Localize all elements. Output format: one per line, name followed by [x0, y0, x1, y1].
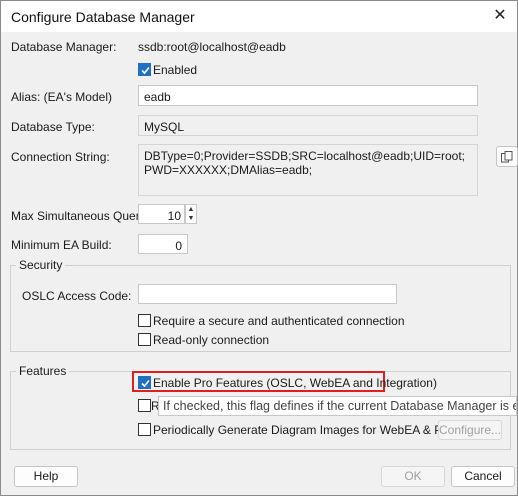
periodic-checkbox[interactable]	[138, 423, 151, 436]
r-option-checkbox[interactable]	[138, 399, 151, 412]
enabled-checkbox[interactable]	[138, 63, 151, 76]
ok-button[interactable]: OK	[381, 466, 445, 487]
security-title: Security	[16, 258, 66, 272]
alias-label: Alias: (EA's Model)	[11, 90, 112, 104]
cancel-button[interactable]: Cancel	[451, 466, 515, 487]
spin-up-icon[interactable]: ▲	[186, 205, 196, 214]
enable-pro-label: Enable Pro Features (OSLC, WebEA and Int…	[153, 376, 437, 390]
title-bar: Configure Database Manager ✕	[1, 1, 517, 32]
check-icon	[141, 379, 150, 388]
db-type-field: MySQL	[138, 115, 478, 136]
copy-button[interactable]	[496, 146, 518, 167]
readonly-checkbox[interactable]	[138, 333, 151, 346]
oslc-access-code-input[interactable]	[138, 284, 397, 304]
features-title: Features	[16, 364, 70, 378]
require-secure-label: Require a secure and authenticated conne…	[153, 314, 405, 328]
max-queries-label: Max Simultaneous Queries:	[11, 209, 159, 223]
oslc-label: OSLC Access Code:	[22, 289, 132, 303]
readonly-label: Read-only connection	[153, 333, 270, 347]
configure-button[interactable]: Configure...	[438, 420, 502, 440]
alias-input[interactable]: eadb	[138, 85, 478, 106]
enable-pro-checkbox[interactable]	[138, 376, 151, 389]
enabled-label: Enabled	[153, 63, 198, 77]
connection-string-field[interactable]: DBType=0;Provider=SSDB;SRC=localhost@ead…	[138, 144, 478, 196]
connection-string-label: Connection String:	[11, 150, 110, 164]
dialog-window: Configure Database Manager ✕ Database Ma…	[0, 0, 518, 496]
db-manager-value: ssdb:root@localhost@eadb	[138, 40, 286, 54]
min-build-input[interactable]: 0	[138, 234, 188, 254]
max-queries-spinner[interactable]: ▲ ▼	[185, 204, 197, 224]
spin-down-icon[interactable]: ▼	[186, 214, 196, 223]
dialog-title: Configure Database Manager	[11, 9, 195, 25]
help-button[interactable]: Help	[14, 466, 78, 487]
max-queries-input[interactable]: 10	[138, 204, 185, 224]
copy-icon	[501, 151, 513, 163]
tooltip: If checked, this flag defines if the cur…	[158, 396, 517, 416]
check-icon	[141, 66, 150, 75]
close-icon[interactable]: ✕	[489, 5, 511, 27]
require-secure-checkbox[interactable]	[138, 314, 151, 327]
db-type-label: Database Type:	[11, 120, 95, 134]
db-manager-label: Database Manager:	[11, 40, 117, 54]
min-build-label: Minimum EA Build:	[11, 238, 112, 252]
